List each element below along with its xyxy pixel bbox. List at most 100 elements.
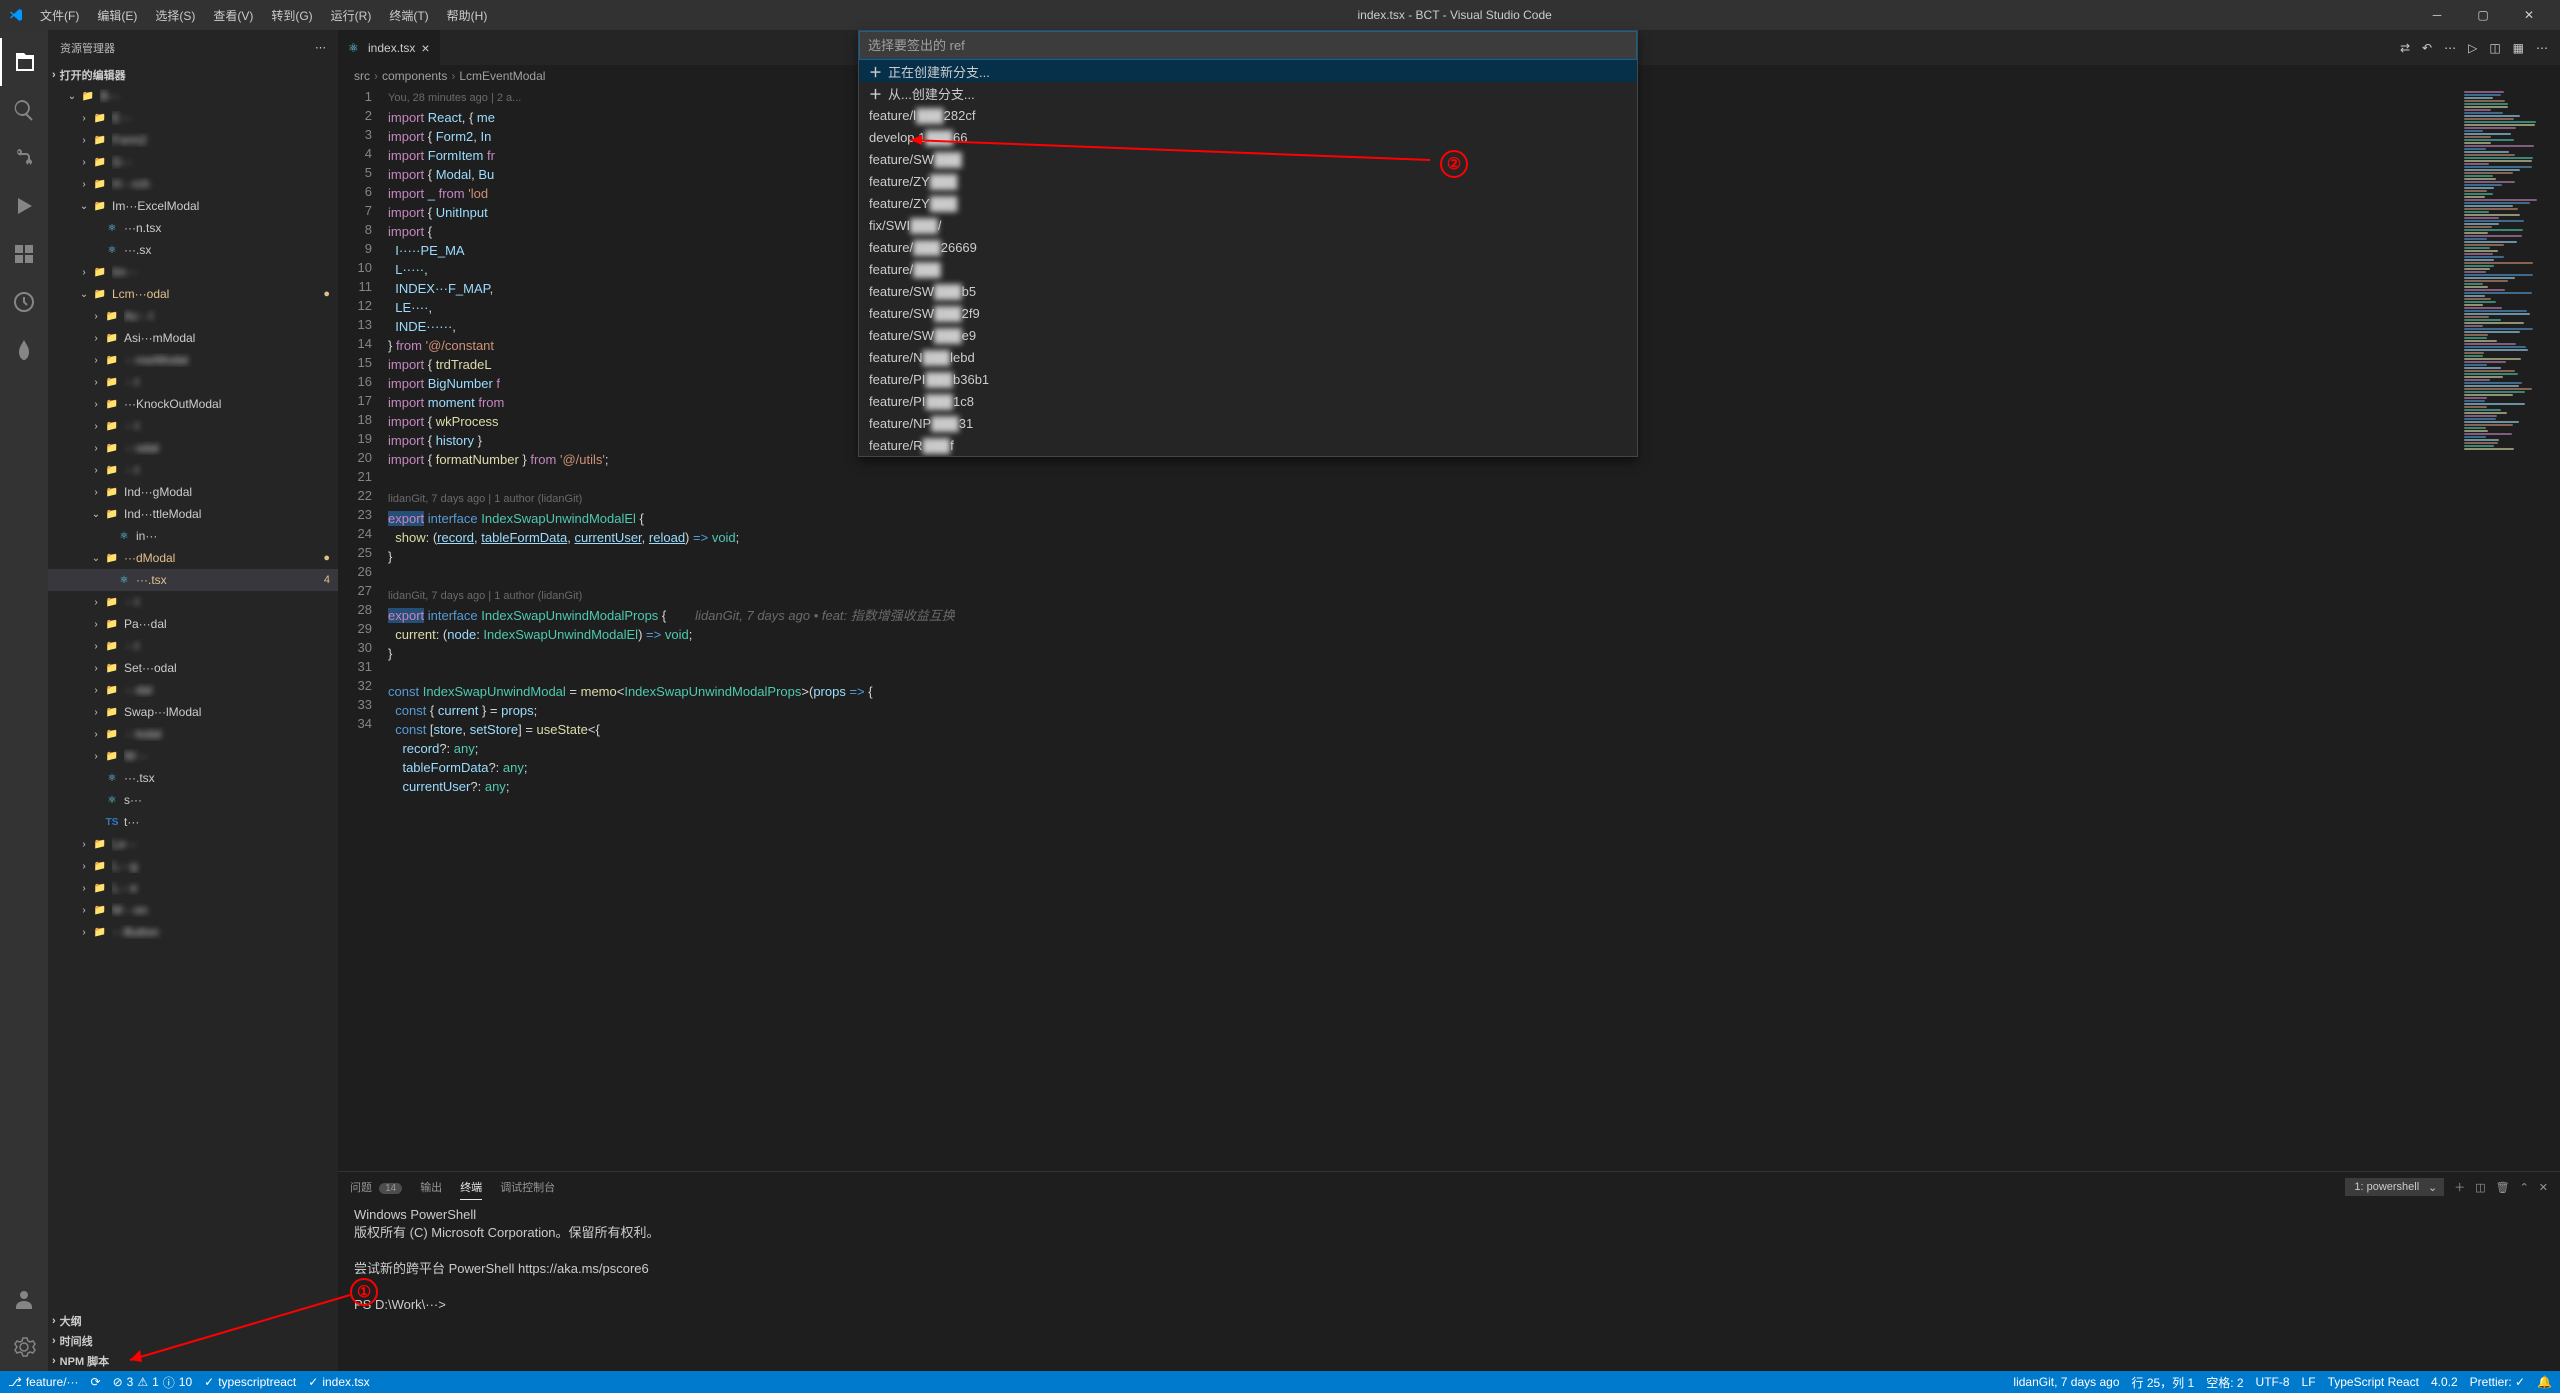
window-close[interactable]: ✕	[2506, 0, 2552, 30]
terminal-kill-icon[interactable]: 🗑	[2496, 1181, 2510, 1194]
terminal-new-icon[interactable]: ＋	[2454, 1179, 2465, 1195]
tree-folder[interactable]: ›📁···l	[48, 635, 338, 657]
tree-file[interactable]: ⚛···n.tsx	[48, 217, 338, 239]
tree-folder[interactable]: ›📁Asi···mModal	[48, 327, 338, 349]
quickpick-item[interactable]: ＋从...创建分支...	[859, 82, 1637, 104]
quickpick-item[interactable]: feature/PI███b36b1	[859, 368, 1637, 390]
quickpick-item[interactable]: feature/ZY███	[859, 192, 1637, 214]
tree-folder[interactable]: ›📁Swap···lModal	[48, 701, 338, 723]
quickpick-item[interactable]: feature/SW███2f9	[859, 302, 1637, 324]
tree-folder[interactable]: ›📁G···	[48, 151, 338, 173]
sidebar-more-icon[interactable]: ⋯	[315, 41, 326, 54]
quickpick-item[interactable]: ＋正在创建新分支...	[859, 60, 1637, 82]
panel-tab-problems[interactable]: 问题 14	[350, 1175, 402, 1199]
tree-folder[interactable]: ›📁···nseModal	[48, 349, 338, 371]
editor-undo-icon[interactable]: ↶	[2422, 41, 2432, 55]
terminal-selector[interactable]: 1: powershell ⌄	[2345, 1178, 2444, 1196]
tree-folder[interactable]: ›📁Le···	[48, 833, 338, 855]
menu-view[interactable]: 查看(V)	[205, 3, 261, 28]
menu-run[interactable]: 运行(R)	[323, 3, 380, 28]
activity-search-icon[interactable]	[0, 86, 48, 134]
timeline-section[interactable]: ›时间线	[48, 1331, 338, 1351]
activity-mongodb-icon[interactable]	[0, 326, 48, 374]
tree-folder[interactable]: ›📁L···g	[48, 855, 338, 877]
tree-folder[interactable]: ›📁Pa···dal	[48, 613, 338, 635]
quickpick-item[interactable]: fix/SWI███/	[859, 214, 1637, 236]
panel-tab-terminal[interactable]: 终端	[460, 1175, 482, 1200]
tab-index-tsx[interactable]: ⚛ index.tsx ×	[338, 30, 441, 65]
tree-folder[interactable]: ›📁···l	[48, 415, 338, 437]
status-git-author[interactable]: lidanGit, 7 days ago	[2013, 1375, 2119, 1389]
quickpick-item[interactable]: feature/R███f	[859, 434, 1637, 456]
quickpick-item[interactable]: feature/ZY███	[859, 170, 1637, 192]
status-filename[interactable]: ✓ index.tsx	[308, 1375, 369, 1389]
terminal-close-icon[interactable]: ✕	[2539, 1181, 2548, 1194]
tree-file[interactable]: TSt···	[48, 811, 338, 833]
menu-edit[interactable]: 编辑(E)	[89, 3, 145, 28]
status-eol[interactable]: LF	[2302, 1375, 2316, 1389]
tree-folder[interactable]: ›📁M···on	[48, 899, 338, 921]
tree-file[interactable]: ⚛···.tsx4	[48, 569, 338, 591]
quickpick-item[interactable]: feature/███26669	[859, 236, 1637, 258]
editor-split-icon[interactable]: ◫	[2489, 41, 2500, 55]
quickpick-item[interactable]: feature/NP███31	[859, 412, 1637, 434]
menu-terminal[interactable]: 终端(T)	[381, 3, 436, 28]
tree-folder[interactable]: ›📁···Button	[48, 921, 338, 943]
tree-file[interactable]: ⚛···.sx	[48, 239, 338, 261]
status-encoding[interactable]: UTF-8	[2256, 1375, 2290, 1389]
tree-folder[interactable]: ›📁Ac···l	[48, 305, 338, 327]
tree-folder[interactable]: ›📁···l	[48, 459, 338, 481]
quickpick-item[interactable]: feature/l███282cf	[859, 104, 1637, 126]
tree-folder[interactable]: ›📁Ind···gModal	[48, 481, 338, 503]
panel-tab-debug[interactable]: 调试控制台	[500, 1175, 555, 1199]
status-version[interactable]: 4.0.2	[2431, 1375, 2458, 1389]
tree-folder[interactable]: ›📁···dal	[48, 679, 338, 701]
editor-layout-icon[interactable]: ▦	[2513, 41, 2524, 55]
tree-file[interactable]: ⚛in···	[48, 525, 338, 547]
editor-run-icon[interactable]: ▷	[2468, 41, 2477, 55]
panel-tab-output[interactable]: 输出	[420, 1175, 442, 1199]
activity-explorer-icon[interactable]	[0, 38, 48, 86]
quickpick-item[interactable]: feature/PI███1c8	[859, 390, 1637, 412]
tree-folder[interactable]: ›📁Form2	[48, 129, 338, 151]
tree-folder[interactable]: ›📁···l	[48, 371, 338, 393]
editor-more-icon[interactable]: ⋯	[2536, 41, 2548, 55]
quickpick-item[interactable]: develop 1███66	[859, 126, 1637, 148]
status-sync-icon[interactable]: ⟳	[91, 1375, 101, 1389]
window-minimize[interactable]: ─	[2414, 0, 2460, 30]
tree-folder[interactable]: ⌄📁Ind···ttleModal	[48, 503, 338, 525]
status-prettier[interactable]: Prettier: ✓	[2470, 1375, 2525, 1389]
tree-folder[interactable]: ›📁···lodal	[48, 723, 338, 745]
tree-folder[interactable]: ›📁···l	[48, 591, 338, 613]
quickpick-item[interactable]: feature/SW███b5	[859, 280, 1637, 302]
tree-folder[interactable]: ›📁W···	[48, 745, 338, 767]
activity-account-icon[interactable]	[0, 1275, 48, 1323]
quickpick-item[interactable]: feature/SW███e9	[859, 324, 1637, 346]
window-maximize[interactable]: ▢	[2460, 0, 2506, 30]
outline-section[interactable]: ›大纲	[48, 1311, 338, 1331]
tree-file[interactable]: ⚛s···	[48, 789, 338, 811]
editor-compare-icon[interactable]: ⇄	[2400, 41, 2410, 55]
tree-folder[interactable]: ›📁···KnockOutModal	[48, 393, 338, 415]
terminal-maximize-icon[interactable]: ⌃	[2520, 1181, 2529, 1194]
tree-folder[interactable]: ›📁L···e	[48, 877, 338, 899]
activity-scm-icon[interactable]	[0, 134, 48, 182]
status-branch[interactable]: ⎇ feature/···	[8, 1375, 79, 1389]
minimap[interactable]	[2460, 87, 2560, 1171]
status-problems[interactable]: ⊘ 3 ⚠ 1 ⓘ 10	[113, 1374, 193, 1391]
activity-extensions-icon[interactable]	[0, 230, 48, 278]
quickpick-input[interactable]	[859, 31, 1637, 60]
status-bell-icon[interactable]: 🔔	[2537, 1375, 2552, 1389]
activity-settings-icon[interactable]	[0, 1323, 48, 1371]
open-editors-section[interactable]: ›打开的编辑器	[48, 65, 338, 85]
activity-gitlens-icon[interactable]	[0, 278, 48, 326]
status-spaces[interactable]: 空格: 2	[2206, 1374, 2243, 1391]
tree-folder[interactable]: ⌄📁Im···ExcelModal	[48, 195, 338, 217]
menu-file[interactable]: 文件(F)	[32, 3, 87, 28]
tree-folder[interactable]: ›📁E···	[48, 107, 338, 129]
menu-go[interactable]: 转到(G)	[263, 3, 320, 28]
menu-help[interactable]: 帮助(H)	[439, 3, 496, 28]
status-linecol[interactable]: 行 25，列 1	[2132, 1374, 2195, 1391]
quickpick-item[interactable]: feature/SW███	[859, 148, 1637, 170]
terminal-content[interactable]: Windows PowerShell版权所有 (C) Microsoft Cor…	[338, 1202, 2560, 1371]
